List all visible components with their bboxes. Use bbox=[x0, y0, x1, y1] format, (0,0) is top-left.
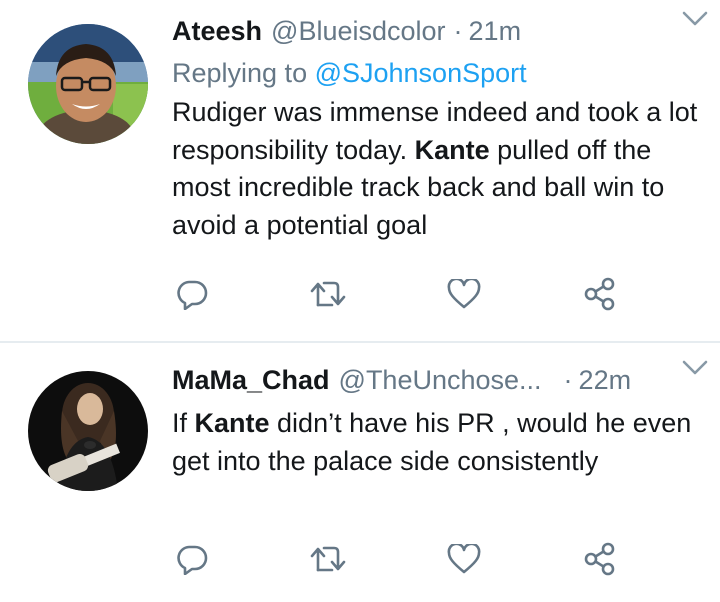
retweet-icon bbox=[310, 281, 346, 307]
retweet-button[interactable] bbox=[308, 274, 348, 314]
separator-dot: · bbox=[563, 365, 573, 395]
tweet-text-part: If bbox=[172, 408, 195, 438]
retweet-icon bbox=[310, 546, 346, 572]
tweet-text-bold: Kante bbox=[194, 408, 270, 438]
chevron-down-icon[interactable] bbox=[682, 10, 708, 28]
chevron-down-icon[interactable] bbox=[682, 359, 708, 377]
username[interactable]: @TheUnchose... bbox=[339, 365, 542, 396]
retweet-button[interactable] bbox=[308, 539, 348, 579]
tweet-header: MaMa_Chad @TheUnchose... · 22m bbox=[172, 365, 700, 403]
display-name[interactable]: MaMa_Chad bbox=[172, 365, 330, 396]
reply-icon bbox=[177, 545, 208, 575]
tweet-content: MaMa_Chad @TheUnchose... · 22m If Kante … bbox=[172, 365, 700, 480]
share-button[interactable] bbox=[580, 539, 620, 579]
heart-icon bbox=[447, 544, 481, 574]
tweet-text: Rudiger was immense indeed and took a lo… bbox=[172, 94, 700, 244]
display-name[interactable]: Ateesh bbox=[172, 16, 262, 47]
tweet[interactable]: MaMa_Chad @TheUnchose... · 22m If Kante … bbox=[0, 343, 720, 602]
timestamp[interactable]: 21m bbox=[469, 16, 522, 47]
tweet-text: If Kante didn’t have his PR , would he e… bbox=[172, 405, 700, 480]
share-icon bbox=[584, 542, 615, 576]
heart-icon bbox=[447, 279, 481, 309]
avatar-photo bbox=[28, 24, 148, 144]
like-button[interactable] bbox=[444, 539, 484, 579]
username[interactable]: @Blueisdcolor bbox=[271, 16, 446, 47]
avatar[interactable] bbox=[28, 24, 148, 144]
tweet-actions bbox=[172, 274, 632, 314]
mention-link[interactable]: @SJohnsonSport bbox=[315, 58, 527, 88]
replying-to-label: Replying to bbox=[172, 58, 315, 88]
timestamp[interactable]: 22m bbox=[579, 365, 632, 396]
like-button[interactable] bbox=[444, 274, 484, 314]
share-icon bbox=[584, 277, 615, 311]
separator-dot: · bbox=[453, 16, 463, 46]
reply-icon bbox=[177, 280, 208, 310]
tweet-header: Ateesh @Blueisdcolor · 21m bbox=[172, 16, 700, 54]
share-button[interactable] bbox=[580, 274, 620, 314]
replying-to: Replying to @SJohnsonSport bbox=[172, 54, 700, 92]
reply-button[interactable] bbox=[172, 274, 212, 314]
reply-button[interactable] bbox=[172, 539, 212, 579]
tweet-actions bbox=[172, 539, 632, 579]
tweet-content: Ateesh @Blueisdcolor · 21m Replying to @… bbox=[172, 16, 700, 244]
avatar-photo bbox=[28, 371, 148, 491]
avatar[interactable] bbox=[28, 371, 148, 491]
tweet-text-bold: Kante bbox=[414, 134, 490, 165]
tweet[interactable]: Ateesh @Blueisdcolor · 21m Replying to @… bbox=[0, 0, 720, 341]
